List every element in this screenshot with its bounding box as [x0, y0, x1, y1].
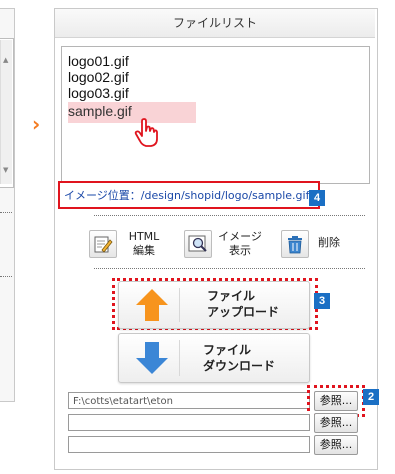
browse-button[interactable]: 参照... — [314, 435, 358, 455]
button-divider — [179, 288, 180, 322]
upload-arrow-icon — [136, 289, 168, 321]
file-path-field[interactable] — [68, 414, 310, 431]
step-badge-4: 4 — [309, 190, 325, 206]
html-edit-label-line2: 編集 — [133, 244, 155, 257]
file-path-field[interactable]: F:\cotts\etatart\eton — [68, 392, 310, 409]
download-button[interactable]: ファイル ダウンロード — [118, 333, 310, 383]
download-label-line2: ダウンロード — [203, 359, 276, 373]
upload-button[interactable]: ファイル アップロード — [118, 281, 310, 329]
list-item[interactable]: logo03.gif — [68, 85, 129, 101]
image-magnify-icon — [188, 235, 207, 252]
upload-label-line1: ファイル — [207, 289, 256, 303]
file-path-field[interactable] — [68, 436, 310, 453]
trash-icon — [288, 236, 302, 254]
hand-cursor-icon — [134, 118, 158, 147]
edit-icon — [94, 236, 113, 253]
download-label-line1: ファイル — [203, 343, 252, 357]
browse-button[interactable]: 参照... — [314, 391, 358, 411]
delete-label: 削除 — [318, 236, 340, 249]
download-arrow-icon — [136, 342, 168, 374]
list-item[interactable]: logo01.gif — [68, 53, 129, 69]
left-divider — [0, 276, 12, 277]
panel-title: ファイルリスト — [55, 9, 375, 38]
button-divider — [179, 340, 180, 376]
chevron-right-icon: › — [32, 112, 41, 136]
image-view-button[interactable] — [184, 230, 212, 258]
scroll-down-icon[interactable]: ▼ — [3, 166, 8, 174]
image-path-text: イメージ位置：/design/shopid/logo/sample.gif — [64, 189, 310, 202]
divider — [94, 215, 365, 216]
list-item-selected[interactable]: sample.gif — [68, 102, 196, 123]
scroll-up-icon[interactable]: ▲ — [3, 56, 8, 64]
step-badge-2: 2 — [363, 389, 379, 405]
left-scrollbar[interactable]: ▲ ▼ — [0, 40, 12, 184]
image-view-label: イメージ 表示 — [218, 230, 262, 258]
list-item[interactable]: logo02.gif — [68, 69, 129, 85]
delete-button[interactable] — [281, 230, 309, 258]
html-edit-label-line1: HTML — [128, 230, 160, 243]
image-view-label-line1: イメージ — [218, 230, 262, 243]
file-list[interactable]: logo01.gif logo02.gif logo03.gif sample.… — [61, 46, 370, 184]
left-divider — [0, 212, 12, 213]
browse-button[interactable]: 参照... — [314, 413, 358, 433]
upload-label: ファイル アップロード — [207, 288, 279, 320]
step-badge-3: 3 — [314, 293, 330, 309]
upload-label-line2: アップロード — [207, 305, 280, 319]
download-label: ファイル ダウンロード — [203, 342, 275, 374]
image-view-label-line2: 表示 — [229, 244, 251, 257]
html-edit-button[interactable] — [89, 230, 117, 258]
divider — [94, 268, 365, 269]
html-edit-label: HTML 編集 — [124, 230, 164, 258]
